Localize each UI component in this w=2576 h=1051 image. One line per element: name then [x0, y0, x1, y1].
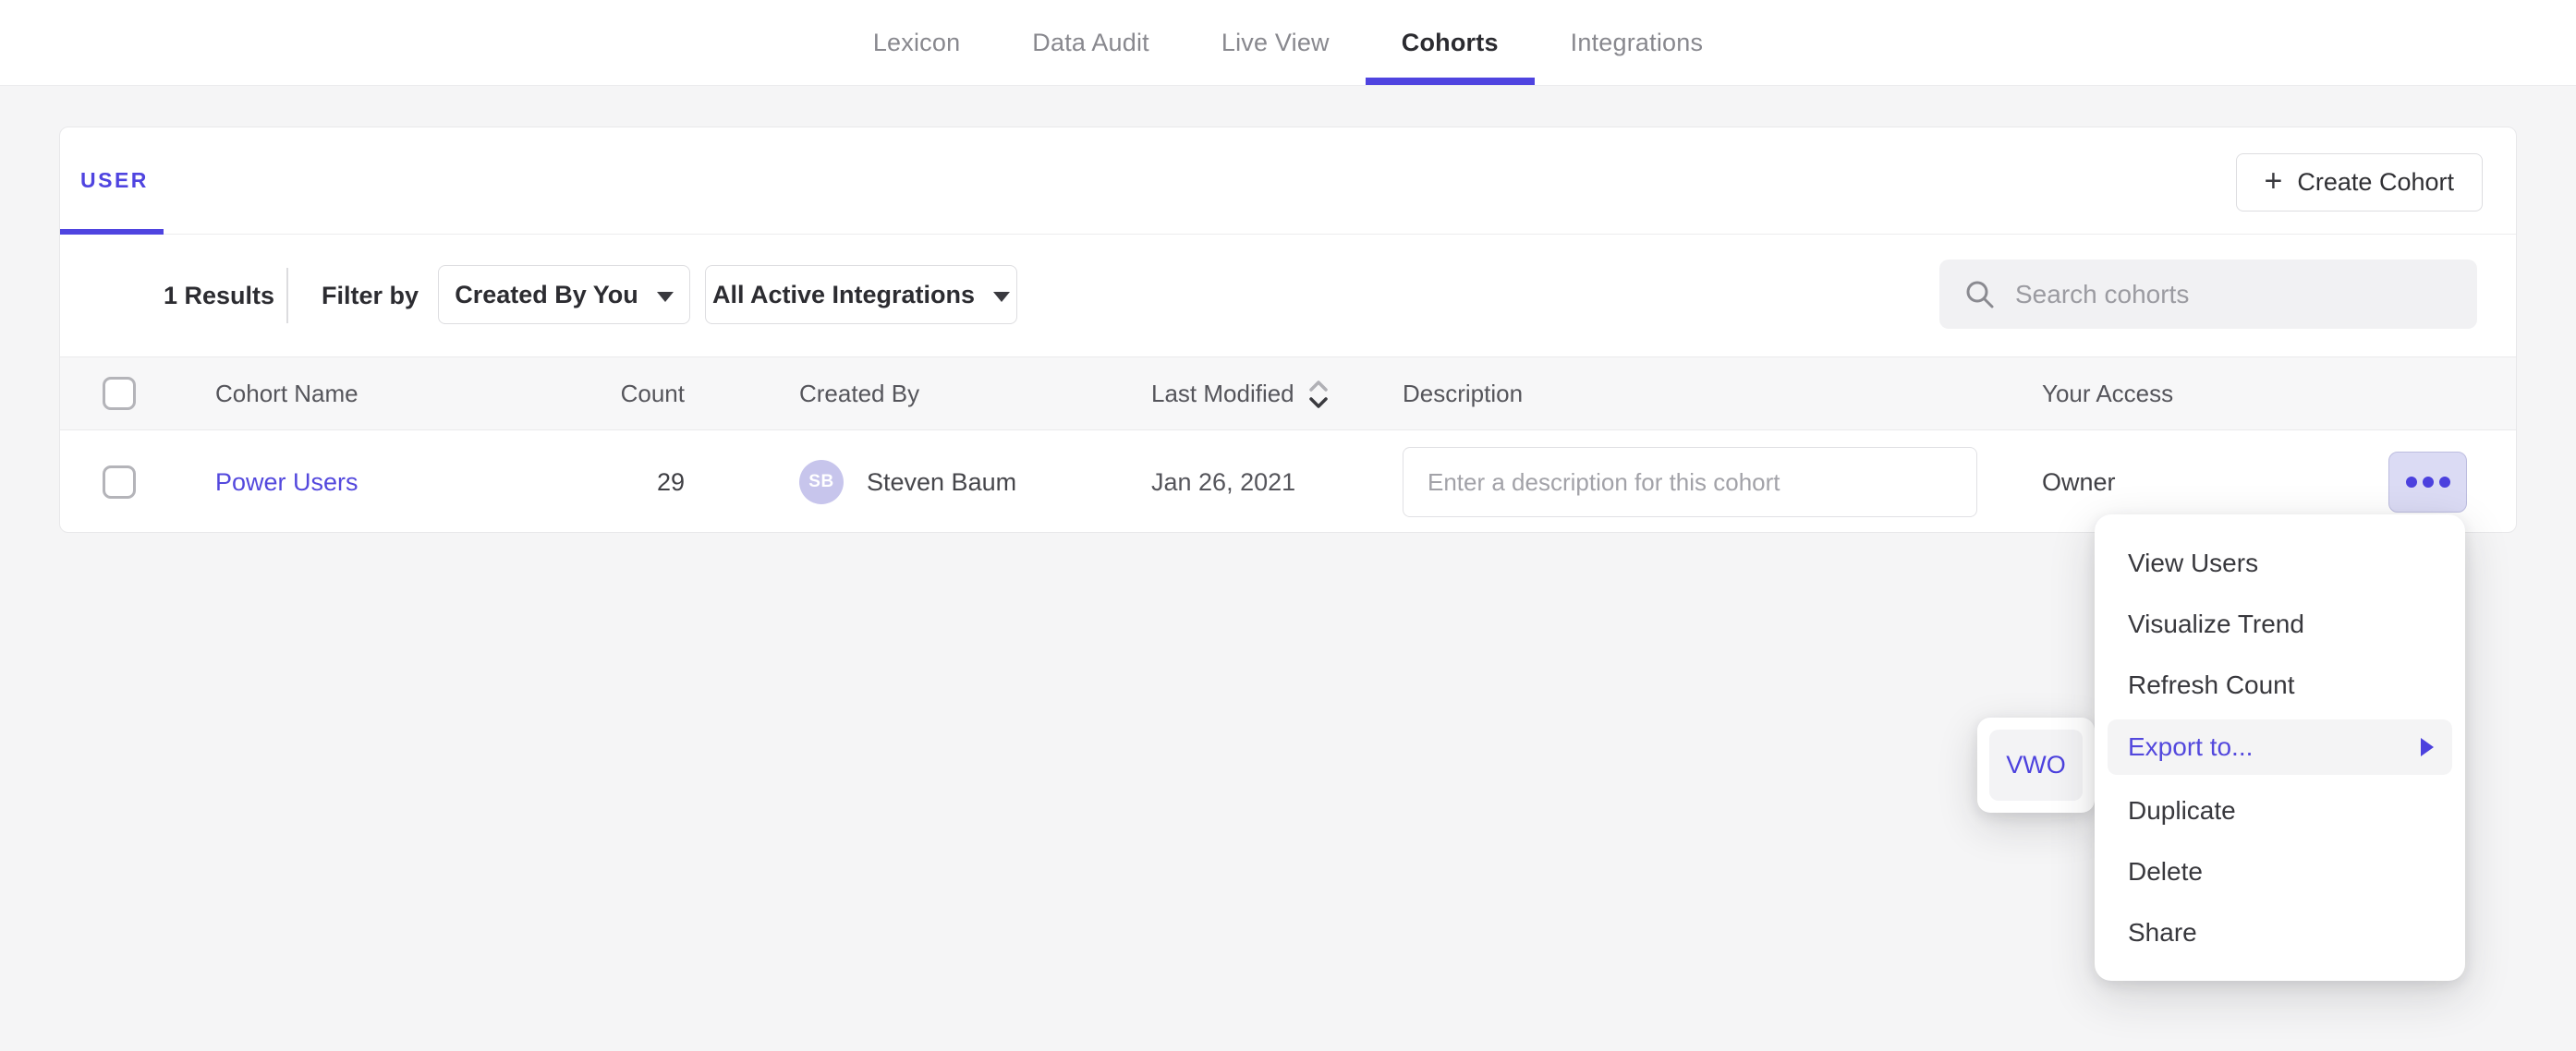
count-value: 29: [657, 468, 685, 497]
menu-item-delete[interactable]: Delete: [2095, 841, 2465, 902]
select-all-cell: [103, 357, 136, 429]
created-by-name: Steven Baum: [867, 468, 1016, 497]
more-options-icon: [2423, 477, 2434, 488]
more-options-icon: [2406, 477, 2417, 488]
header-created-by[interactable]: Created By: [799, 357, 919, 429]
created-by-cell: SB Steven Baum: [799, 430, 1016, 534]
integrations-filter-label: All Active Integrations: [712, 281, 975, 309]
header-cohort-name[interactable]: Cohort Name: [215, 357, 358, 429]
search-icon: [1963, 278, 1997, 311]
submenu-item-vwo[interactable]: VWO: [1989, 730, 2083, 801]
menu-item-refresh-count[interactable]: Refresh Count: [2095, 655, 2465, 716]
created-by-filter-dropdown[interactable]: Created By You: [438, 265, 690, 324]
menu-item-visualize-trend[interactable]: Visualize Trend: [2095, 594, 2465, 655]
nav-tab-cohorts[interactable]: Cohorts: [1366, 0, 1535, 85]
tab-user[interactable]: USER: [80, 127, 149, 234]
results-count: 1 Results: [164, 235, 274, 356]
cohort-name-cell: Power Users: [215, 430, 358, 534]
export-submenu: VWO: [1977, 718, 2095, 813]
header-your-access[interactable]: Your Access: [2042, 357, 2173, 429]
panel-tab-bar: USER + Create Cohort: [60, 127, 2516, 235]
cohorts-panel: USER + Create Cohort 1 Results Filter by…: [59, 127, 2517, 533]
search-cohorts-box[interactable]: [1939, 260, 2477, 329]
menu-item-export-to[interactable]: Export to...: [2108, 719, 2452, 775]
row-select-cell: [103, 430, 136, 534]
header-description[interactable]: Description: [1403, 357, 1523, 429]
integrations-filter-dropdown[interactable]: All Active Integrations: [705, 265, 1017, 324]
last-modified-value: Jan 26, 2021: [1151, 468, 1295, 497]
menu-item-export-to-label: Export to...: [2128, 732, 2253, 762]
avatar: SB: [799, 460, 844, 504]
more-options-icon: [2439, 477, 2450, 488]
nav-tab-data-audit[interactable]: Data Audit: [996, 0, 1185, 85]
header-last-modified-label: Last Modified: [1151, 380, 1294, 408]
more-options-button[interactable]: [2388, 452, 2467, 513]
divider: [286, 268, 288, 323]
menu-item-duplicate[interactable]: Duplicate: [2095, 780, 2465, 841]
menu-item-share[interactable]: Share: [2095, 902, 2465, 963]
row-context-menu: View Users Visualize Trend Refresh Count…: [2095, 514, 2465, 981]
last-modified-cell: Jan 26, 2021: [1151, 430, 1295, 534]
description-input[interactable]: [1403, 447, 1977, 517]
description-cell: [1403, 430, 1977, 534]
created-by-filter-label: Created By You: [455, 281, 638, 309]
caret-down-icon: [993, 292, 1010, 302]
nav-tab-lexicon[interactable]: Lexicon: [837, 0, 996, 85]
nav-tab-live-view[interactable]: Live View: [1185, 0, 1366, 85]
header-last-modified[interactable]: Last Modified: [1151, 357, 1330, 429]
create-cohort-button[interactable]: + Create Cohort: [2236, 153, 2483, 211]
nav-tab-integrations[interactable]: Integrations: [1535, 0, 1740, 85]
count-cell: 29: [522, 430, 685, 534]
filter-toolbar: 1 Results Filter by Created By You All A…: [60, 235, 2516, 356]
menu-item-view-users[interactable]: View Users: [2095, 533, 2465, 594]
header-count[interactable]: Count: [522, 357, 685, 429]
cohort-name-link[interactable]: Power Users: [215, 468, 358, 497]
filter-by-label: Filter by: [322, 235, 419, 356]
description-input-wrap: [1403, 447, 1977, 517]
submenu-arrow-icon: [2421, 738, 2434, 756]
top-navigation: Lexicon Data Audit Live View Cohorts Int…: [0, 0, 2576, 86]
your-access-value: Owner: [2042, 468, 2116, 497]
create-cohort-label: Create Cohort: [2297, 168, 2454, 197]
sort-icon[interactable]: [1307, 379, 1330, 410]
caret-down-icon: [657, 292, 674, 302]
plus-icon: +: [2265, 165, 2283, 197]
nav-tabs: Lexicon Data Audit Live View Cohorts Int…: [837, 0, 1739, 85]
row-checkbox[interactable]: [103, 465, 136, 499]
table-header-row: Cohort Name Count Created By Last Modifi…: [60, 356, 2516, 430]
select-all-checkbox[interactable]: [103, 377, 136, 410]
search-cohorts-input[interactable]: [2015, 280, 2453, 309]
